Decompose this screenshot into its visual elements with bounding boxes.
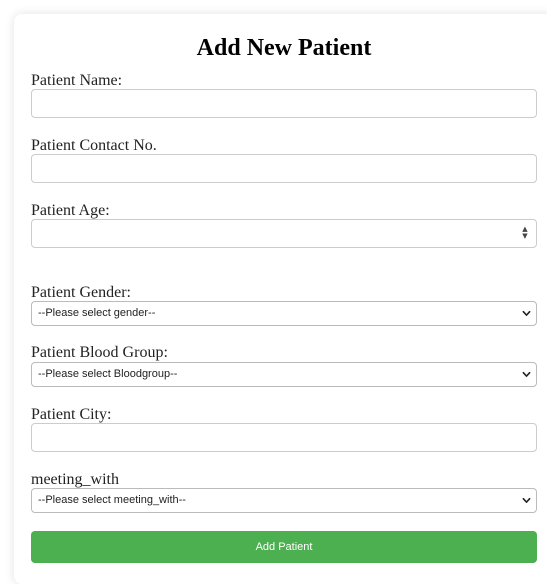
patient-city-label: Patient City: [31, 406, 112, 423]
add-patient-button[interactable]: Add Patient [31, 531, 537, 563]
patient-blood-group-selected: --Please select Bloodgroup-- [38, 368, 178, 380]
patient-blood-group-select[interactable]: --Please select Bloodgroup-- [31, 362, 537, 387]
patient-gender-select[interactable]: --Please select gender-- [31, 301, 537, 326]
patient-gender-label: Patient Gender: [31, 284, 131, 301]
chevron-down-icon [522, 310, 531, 316]
patient-age-label: Patient Age: [31, 202, 110, 219]
meeting-with-label: meeting_with [31, 471, 119, 488]
patient-gender-selected: --Please select gender-- [38, 307, 156, 319]
patient-name-input[interactable] [31, 89, 537, 118]
patient-city-input[interactable] [31, 423, 537, 452]
form-title: Add New Patient [196, 35, 372, 61]
add-patient-form: Add New Patient Patient Name: Patient Co… [14, 14, 547, 584]
chevron-down-icon [522, 371, 531, 377]
patient-contact-input[interactable] [31, 154, 537, 183]
chevron-down-icon [522, 497, 531, 503]
spinner-icon[interactable]: ▲ ▼ [521, 226, 529, 240]
patient-age-input[interactable]: ▲ ▼ [31, 219, 537, 248]
patient-name-label: Patient Name: [31, 72, 123, 89]
patient-contact-label: Patient Contact No. [31, 137, 157, 154]
meeting-with-select[interactable]: --Please select meeting_with-- [31, 488, 537, 513]
patient-blood-group-label: Patient Blood Group: [31, 344, 168, 361]
meeting-with-selected: --Please select meeting_with-- [38, 494, 186, 506]
